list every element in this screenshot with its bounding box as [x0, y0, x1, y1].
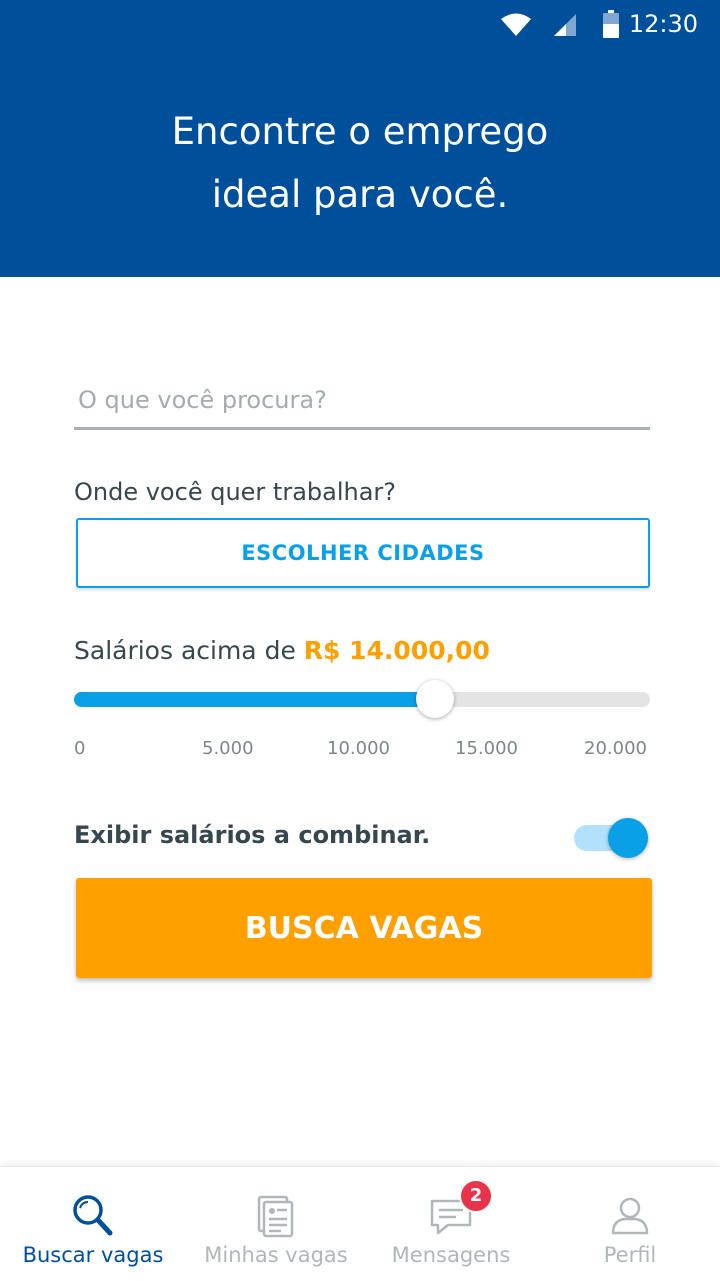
show-negotiable-toggle[interactable]: [608, 818, 648, 858]
nav-label: Perfil: [603, 1243, 657, 1267]
user-icon: [611, 1197, 649, 1235]
headline-line-2: ideal para você.: [211, 173, 509, 216]
wifi-icon: [501, 13, 531, 36]
nav-label: Mensagens: [391, 1243, 511, 1267]
search-icon: [73, 1195, 113, 1236]
bottom-nav: Buscar vagas Minhas vagas 2 Mensagens Pe…: [0, 1166, 720, 1281]
signal-icon: [554, 14, 576, 36]
show-negotiable-salaries-label: Exibir salários a combinar.: [74, 821, 431, 849]
slider-tick-label: 0: [74, 738, 86, 759]
salary-slider-fill: [74, 692, 435, 707]
status-time: 12:30: [628, 10, 698, 38]
headline-line-1: Encontre o emprego: [171, 110, 549, 153]
nav-item-perfil[interactable]: Perfil: [540, 1167, 720, 1281]
search-input[interactable]: [74, 372, 650, 430]
nav-label: Minhas vagas: [204, 1243, 348, 1267]
salary-label: Salários acima de: [74, 636, 296, 665]
headline: Encontre o emprego ideal para você.: [60, 100, 660, 226]
battery-icon: [603, 10, 619, 38]
header: 12:30 Encontre o emprego ideal para você…: [0, 0, 720, 277]
slider-tick-label: 5.000: [202, 738, 254, 759]
location-label: Onde você quer trabalhar?: [74, 478, 397, 506]
slider-tick-label: 10.000: [327, 738, 390, 759]
slider-tick-label: 15.000: [455, 738, 518, 759]
document-icon: [257, 1195, 294, 1238]
nav-item-buscar-vagas[interactable]: Buscar vagas: [3, 1167, 183, 1281]
salary-slider-track[interactable]: [74, 692, 650, 707]
nav-item-mensagens[interactable]: 2 Mensagens: [361, 1167, 541, 1281]
choose-cities-button[interactable]: ESCOLHER CIDADES: [76, 518, 650, 588]
salary-value: R$ 14.000,00: [303, 636, 490, 665]
salary-slider-thumb[interactable]: [416, 680, 454, 718]
status-bar: 12:30: [0, 0, 720, 50]
slider-tick-label: 20.000: [584, 738, 647, 759]
nav-item-minhas-vagas[interactable]: Minhas vagas: [186, 1167, 366, 1281]
messages-badge: 2: [459, 1179, 493, 1213]
nav-label: Buscar vagas: [22, 1243, 164, 1267]
salary-label-row: Salários acima de R$ 14.000,00: [74, 636, 490, 665]
search-jobs-button[interactable]: BUSCA VAGAS: [76, 878, 652, 978]
